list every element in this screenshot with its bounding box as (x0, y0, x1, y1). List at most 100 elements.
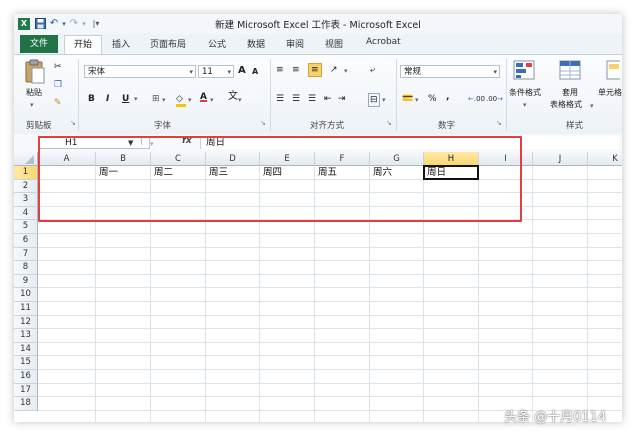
column-header-k[interactable]: K (588, 152, 622, 166)
table-format-label-2[interactable]: 表格格式 (550, 99, 582, 111)
tab-file[interactable]: 文件 (20, 35, 58, 53)
row-header-11[interactable]: 11 (14, 302, 38, 316)
wrap-text-icon[interactable]: ⤶ (370, 64, 375, 76)
row-header-17[interactable]: 17 (14, 383, 38, 398)
fill-color-dropdown-icon[interactable]: ▾ (188, 94, 192, 106)
align-center-icon[interactable]: ☰ (292, 93, 300, 105)
row-header-8[interactable]: 8 (14, 261, 38, 275)
tab-formulas[interactable]: 公式 (208, 37, 226, 50)
tab-home[interactable]: 开始 (64, 35, 102, 55)
conditional-dropdown-icon[interactable]: ▾ (523, 99, 527, 111)
row-header-10[interactable]: 10 (14, 288, 38, 302)
ribbon-tabs: 文件 开始 插入 页面布局 公式 数据 审阅 视图 Acrobat (14, 34, 622, 55)
row-header-6[interactable]: 6 (14, 234, 38, 248)
align-right-icon[interactable]: ☰ (308, 93, 316, 105)
table-format-dropdown-icon[interactable]: ▾ (590, 100, 594, 112)
increase-decimal-label: .00 (473, 95, 486, 103)
row-header-13[interactable]: 13 (14, 329, 38, 343)
tab-review[interactable]: 审阅 (286, 37, 304, 50)
row-gridline (38, 341, 622, 343)
format-painter-icon[interactable]: ✎ (54, 97, 62, 109)
accounting-format-icon[interactable]: 💳 (402, 93, 413, 105)
row-gridline (38, 273, 622, 275)
fill-color-icon[interactable]: ◇ (176, 93, 186, 107)
cell-styles-icon[interactable] (606, 59, 622, 81)
increase-decimal-button[interactable]: ←.00 (468, 93, 485, 105)
align-bottom-icon[interactable]: ≡ (308, 63, 322, 77)
row-gridline (38, 246, 622, 248)
conditional-format-label[interactable]: 条件格式 (509, 87, 541, 99)
font-group-label: 字体 (154, 121, 172, 131)
tab-view[interactable]: 视图 (325, 37, 343, 50)
alignment-launcher-icon[interactable]: ↘ (386, 117, 392, 129)
row-header-4[interactable]: 4 (14, 206, 38, 221)
chevron-down-icon: ▾ (493, 68, 497, 76)
tab-insert[interactable]: 插入 (112, 37, 130, 50)
row-header-1[interactable]: 1 (14, 166, 38, 180)
column-header-j[interactable]: J (533, 152, 588, 166)
merge-cells-icon[interactable]: ⊟ (368, 93, 380, 107)
row-header-18[interactable]: 18 (14, 397, 38, 411)
row-gridline (38, 369, 622, 370)
row-header-7[interactable]: 7 (14, 247, 38, 262)
chevron-down-icon: ▾ (189, 68, 193, 76)
font-launcher-icon[interactable]: ↘ (260, 117, 266, 129)
row-header-12[interactable]: 12 (14, 315, 38, 330)
number-launcher-icon[interactable]: ↘ (496, 117, 502, 129)
align-top-icon[interactable]: ≡ (276, 64, 284, 76)
row-header-2[interactable]: 2 (14, 179, 38, 194)
decrease-indent-icon[interactable]: ⇤ (324, 93, 332, 105)
tab-page-layout[interactable]: 页面布局 (150, 37, 186, 50)
row-header-16[interactable]: 16 (14, 370, 38, 384)
orientation-icon[interactable]: ↗ (330, 64, 338, 76)
phonetic-dropdown-icon[interactable]: ▾ (238, 94, 242, 106)
table-format-label[interactable]: 套用 (562, 87, 578, 99)
clipboard-group-label: 剪贴板 (26, 121, 52, 131)
group-divider (396, 59, 397, 131)
tab-acrobat[interactable]: Acrobat (366, 37, 401, 47)
cell-styles-label[interactable]: 单元格 (598, 87, 622, 99)
row-header-15[interactable]: 15 (14, 356, 38, 370)
select-all-corner[interactable] (14, 152, 38, 166)
tab-data[interactable]: 数据 (247, 37, 265, 50)
accounting-dropdown-icon[interactable]: ▾ (415, 94, 419, 106)
percent-button[interactable]: % (428, 93, 437, 105)
underline-dropdown-icon[interactable]: ▾ (134, 93, 138, 105)
font-size-select[interactable]: 11 ▾ (198, 65, 234, 78)
phonetic-icon[interactable]: 文 (228, 91, 238, 103)
paste-dropdown-icon[interactable]: ▾ (30, 99, 34, 111)
font-name-select[interactable]: 宋体 ▾ (84, 65, 196, 78)
italic-button[interactable]: I (106, 93, 109, 105)
font-color-icon[interactable]: A (200, 91, 207, 103)
conditional-format-icon[interactable] (512, 59, 538, 81)
column-gridline (587, 166, 588, 422)
comma-button[interactable]: , (446, 91, 449, 103)
align-middle-icon[interactable]: ≡ (292, 64, 300, 76)
row-header-3[interactable]: 3 (14, 193, 38, 207)
shrink-font-button[interactable]: A (252, 66, 258, 78)
paste-label[interactable]: 粘贴 (26, 87, 42, 99)
font-color-dropdown-icon[interactable]: ▾ (210, 94, 214, 106)
align-left-icon[interactable]: ☰ (276, 93, 284, 105)
row-header-5[interactable]: 5 (14, 220, 38, 234)
increase-indent-icon[interactable]: ⇥ (338, 93, 346, 105)
row-header-14[interactable]: 14 (14, 342, 38, 357)
number-format-select[interactable]: 常规 ▾ (400, 65, 500, 78)
copy-icon[interactable]: ❐ (54, 79, 62, 91)
table-format-icon[interactable] (558, 59, 582, 81)
clipboard-launcher-icon[interactable]: ↘ (70, 117, 76, 129)
row-header-9[interactable]: 9 (14, 274, 38, 289)
title-bar: X ↶ ▾ ↷ ▾ |▾ 新建 Microsoft Excel 工作表 - Mi… (14, 14, 622, 35)
underline-button[interactable]: U (122, 93, 129, 105)
row-gridline (38, 301, 622, 302)
row-gridline (38, 382, 622, 384)
paste-icon[interactable] (24, 59, 46, 85)
grow-font-button[interactable]: A (238, 65, 246, 77)
orientation-dropdown-icon[interactable]: ▾ (344, 65, 348, 77)
decrease-decimal-button[interactable]: .00→ (486, 93, 503, 105)
merge-dropdown-icon[interactable]: ▾ (382, 94, 386, 106)
cut-icon[interactable]: ✂ (54, 61, 62, 73)
bold-button[interactable]: B (88, 93, 95, 105)
borders-dropdown-icon[interactable]: ▾ (162, 94, 166, 106)
borders-icon[interactable]: ⊞ (152, 93, 160, 105)
